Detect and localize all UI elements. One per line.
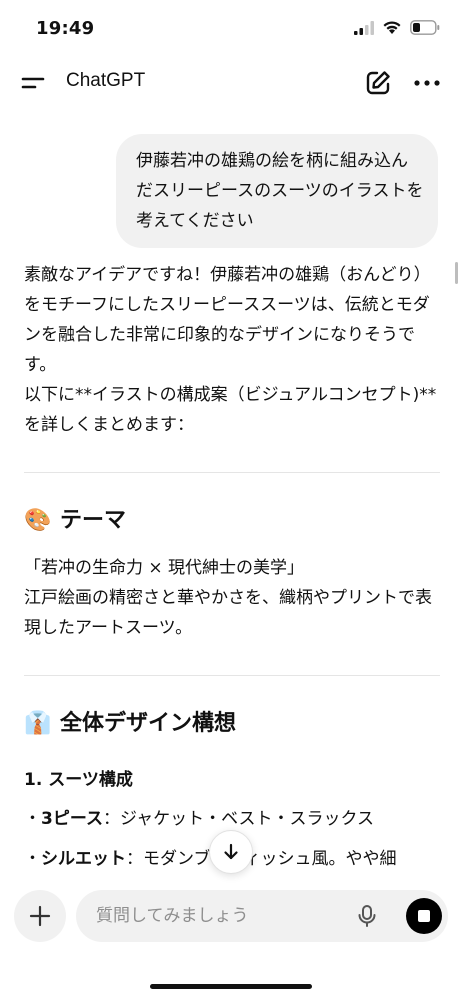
suit-composition-heading: 1. スーツ構成 <box>24 770 133 790</box>
assistant-intro-text: 素敵なアイデアですね！伊藤若冲の雄鶏（おんどり）をモチーフにしたスリーピーススー… <box>24 265 431 375</box>
design-heading-text: 全体デザイン構想 <box>60 711 237 736</box>
arrow-down-icon <box>224 843 238 860</box>
app-header: ChatGPT <box>0 58 462 108</box>
bullet-dot: ・ <box>24 849 41 869</box>
theme-quote: 「若冲の生命力 × 現代紳士の美学」 <box>24 558 305 578</box>
bullet-dot: ・ <box>24 809 41 829</box>
divider <box>24 472 440 473</box>
theme-heading-text: テーマ <box>60 508 127 533</box>
theme-body: 「若冲の生命力 × 現代紳士の美学」 江戸絵画の精密さと華やかさを、織柄やプリン… <box>24 553 440 643</box>
more-options-button[interactable] <box>412 69 442 97</box>
message-input[interactable] <box>96 890 346 942</box>
status-time: 19:49 <box>36 18 95 39</box>
more-dots-icon <box>414 80 440 86</box>
app-title: ChatGPT <box>66 70 146 91</box>
palette-icon: 🎨 <box>24 508 52 533</box>
bullet-text: ：ジャケット・ベスト・スラックス <box>102 809 374 829</box>
stop-generating-button[interactable] <box>406 898 442 934</box>
message-composer <box>76 890 448 942</box>
plus-icon <box>29 905 51 927</box>
home-indicator <box>150 984 312 989</box>
new-chat-button[interactable] <box>364 69 392 97</box>
new-chat-edit-icon <box>366 71 390 95</box>
assistant-intro-text-2: 以下に**イラストの構成案（ビジュアルコンセプト)**を詳しくまとめます： <box>24 385 437 435</box>
divider <box>24 675 440 676</box>
cellular-signal-icon <box>354 20 374 35</box>
chat-thread[interactable]: 伊藤若冲の雄鶏の絵を柄に組み込んだスリーピースのスーツのイラストを考えてください… <box>0 110 462 880</box>
assistant-message: 素敵なアイデアですね！伊藤若冲の雄鶏（おんどり）をモチーフにしたスリーピーススー… <box>24 260 440 874</box>
theme-description: 江戸絵画の精密さと華やかさを、織柄やプリントで表現したアートスーツ。 <box>24 588 432 638</box>
menu-icon <box>21 77 45 89</box>
status-bar: 19:49 <box>0 0 462 58</box>
wifi-icon <box>383 21 401 34</box>
status-icons <box>354 20 440 35</box>
scrollbar[interactable] <box>455 262 458 284</box>
user-message-bubble: 伊藤若冲の雄鶏の絵を柄に組み込んだスリーピースのスーツのイラストを考えてください <box>116 134 438 248</box>
design-heading: 👔 全体デザイン構想 <box>24 704 440 744</box>
menu-button[interactable] <box>20 70 48 96</box>
microphone-icon <box>358 905 376 927</box>
theme-heading: 🎨 テーマ <box>24 501 440 541</box>
necktie-shirt-icon: 👔 <box>24 711 52 736</box>
bullet-label: 3ピース <box>41 809 103 829</box>
attach-button[interactable] <box>14 890 66 942</box>
battery-icon <box>410 20 440 35</box>
bullet-label: シルエット <box>41 849 126 869</box>
scroll-to-bottom-button[interactable] <box>209 830 253 874</box>
bullet-text: ：モダンブリティッシュ風。やや細 <box>126 849 397 869</box>
stop-icon <box>418 910 430 922</box>
voice-input-button[interactable] <box>354 903 380 929</box>
